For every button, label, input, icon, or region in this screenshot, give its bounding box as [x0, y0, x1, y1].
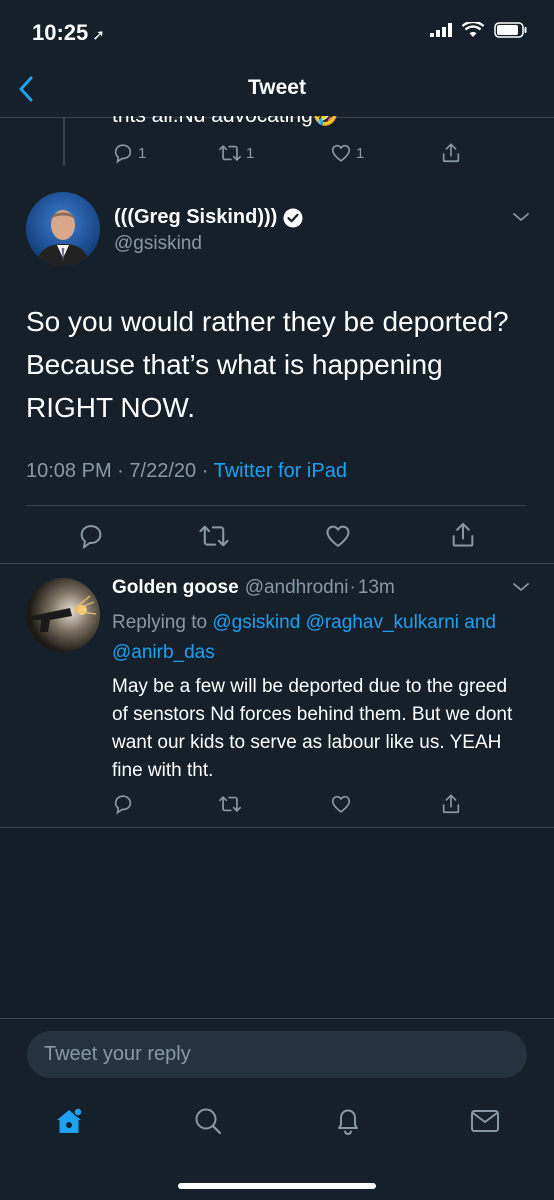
mention-and[interactable]: and [464, 612, 496, 633]
retweet-button[interactable] [218, 793, 242, 815]
messages-icon [471, 1110, 499, 1132]
tweet-text: So you would rather they be deported? Be… [26, 306, 509, 423]
meta-separator: · [201, 460, 209, 482]
parent-tweet-text: thts all.Nd advocating🤣 [112, 104, 339, 127]
chevron-left-icon [19, 76, 33, 102]
reply-button[interactable] [77, 522, 105, 555]
reply-text: May be a few will be deported due to the… [112, 676, 513, 781]
author-handle[interactable]: @gsiskind [114, 233, 202, 255]
retweet-icon [219, 796, 241, 812]
tweet-source[interactable]: Twitter for iPad [214, 460, 347, 482]
avatar-image [26, 192, 100, 266]
share-icon [442, 794, 460, 814]
avatar[interactable] [26, 192, 100, 266]
chevron-down-icon [513, 583, 529, 591]
tweet-time: 10:08 PM [26, 460, 112, 482]
tweet-date: 7/22/20 [129, 460, 197, 482]
avatar-image [26, 578, 100, 652]
author-name[interactable]: Golden goose [112, 577, 239, 599]
page-title: Tweet [248, 76, 306, 99]
heart-icon [326, 525, 350, 547]
status-time: 10:25 ➚ [32, 20, 105, 45]
thread-line [63, 118, 65, 166]
notifications-icon [338, 1109, 358, 1136]
tab-home[interactable] [52, 1104, 86, 1138]
home-icon [57, 1107, 83, 1133]
author-handle[interactable]: @andhrodni [245, 577, 349, 599]
tweet-age: 13m [357, 577, 395, 598]
mention-link[interactable]: @raghav_kulkarni [306, 612, 459, 633]
tab-notifications[interactable] [331, 1104, 365, 1138]
mention-link[interactable]: @anirb_das [112, 642, 215, 663]
tweet-meta: 10:08 PM · 7/22/20 · Twitter for iPad [26, 460, 347, 483]
location-arrow-icon: ➚ [92, 27, 105, 44]
meta-separator: · [117, 460, 124, 482]
like-button[interactable] [324, 522, 352, 555]
tab-search[interactable] [191, 1104, 225, 1138]
cellular-signal-icon [430, 23, 452, 37]
parent-tweet-actions: 1 1 1 [112, 142, 472, 166]
wifi-icon [462, 22, 484, 37]
avatar[interactable] [26, 578, 100, 652]
reply-tweet-actions [112, 793, 472, 817]
tweet-options-button[interactable] [512, 210, 530, 228]
share-button[interactable] [440, 142, 462, 164]
retweet-icon [219, 145, 241, 161]
search-icon [195, 1108, 222, 1135]
retweet-button[interactable]: 1 [218, 142, 254, 164]
status-indicators [430, 22, 528, 38]
heart-icon [331, 795, 351, 813]
tweet-options-button[interactable] [512, 580, 530, 598]
author-name[interactable]: (((Greg Siskind))) [114, 206, 303, 229]
divider [26, 505, 526, 506]
like-button[interactable] [330, 793, 352, 815]
meta-separator: · [349, 577, 356, 598]
share-icon [442, 143, 460, 163]
reply-icon [114, 144, 132, 164]
mention-link[interactable]: @gsiskind [212, 612, 300, 633]
home-indicator[interactable] [178, 1183, 376, 1189]
reply-icon [80, 525, 102, 550]
reply-icon [114, 795, 132, 815]
retweet-button[interactable] [198, 522, 230, 555]
back-button[interactable] [18, 72, 48, 106]
empty-timeline-area [0, 828, 554, 1018]
battery-icon [494, 22, 527, 38]
reply-author-row: Golden goose @andhrodni · 13m [112, 577, 395, 599]
verified-badge-icon [283, 208, 303, 227]
reply-button[interactable]: 1 [112, 142, 146, 164]
divider [0, 563, 554, 564]
heart-icon [331, 144, 351, 162]
like-button[interactable]: 1 [330, 142, 364, 164]
share-icon [452, 522, 474, 547]
share-button[interactable] [440, 793, 462, 815]
chevron-down-icon [513, 213, 529, 221]
tab-messages[interactable] [468, 1104, 502, 1138]
replying-to: Replying to @gsiskind @raghav_kulkarni a… [112, 612, 496, 663]
reply-button[interactable] [112, 793, 134, 815]
reply-compose-input[interactable]: Tweet your reply [27, 1031, 527, 1078]
share-button[interactable] [449, 521, 477, 554]
retweet-icon [199, 525, 229, 547]
